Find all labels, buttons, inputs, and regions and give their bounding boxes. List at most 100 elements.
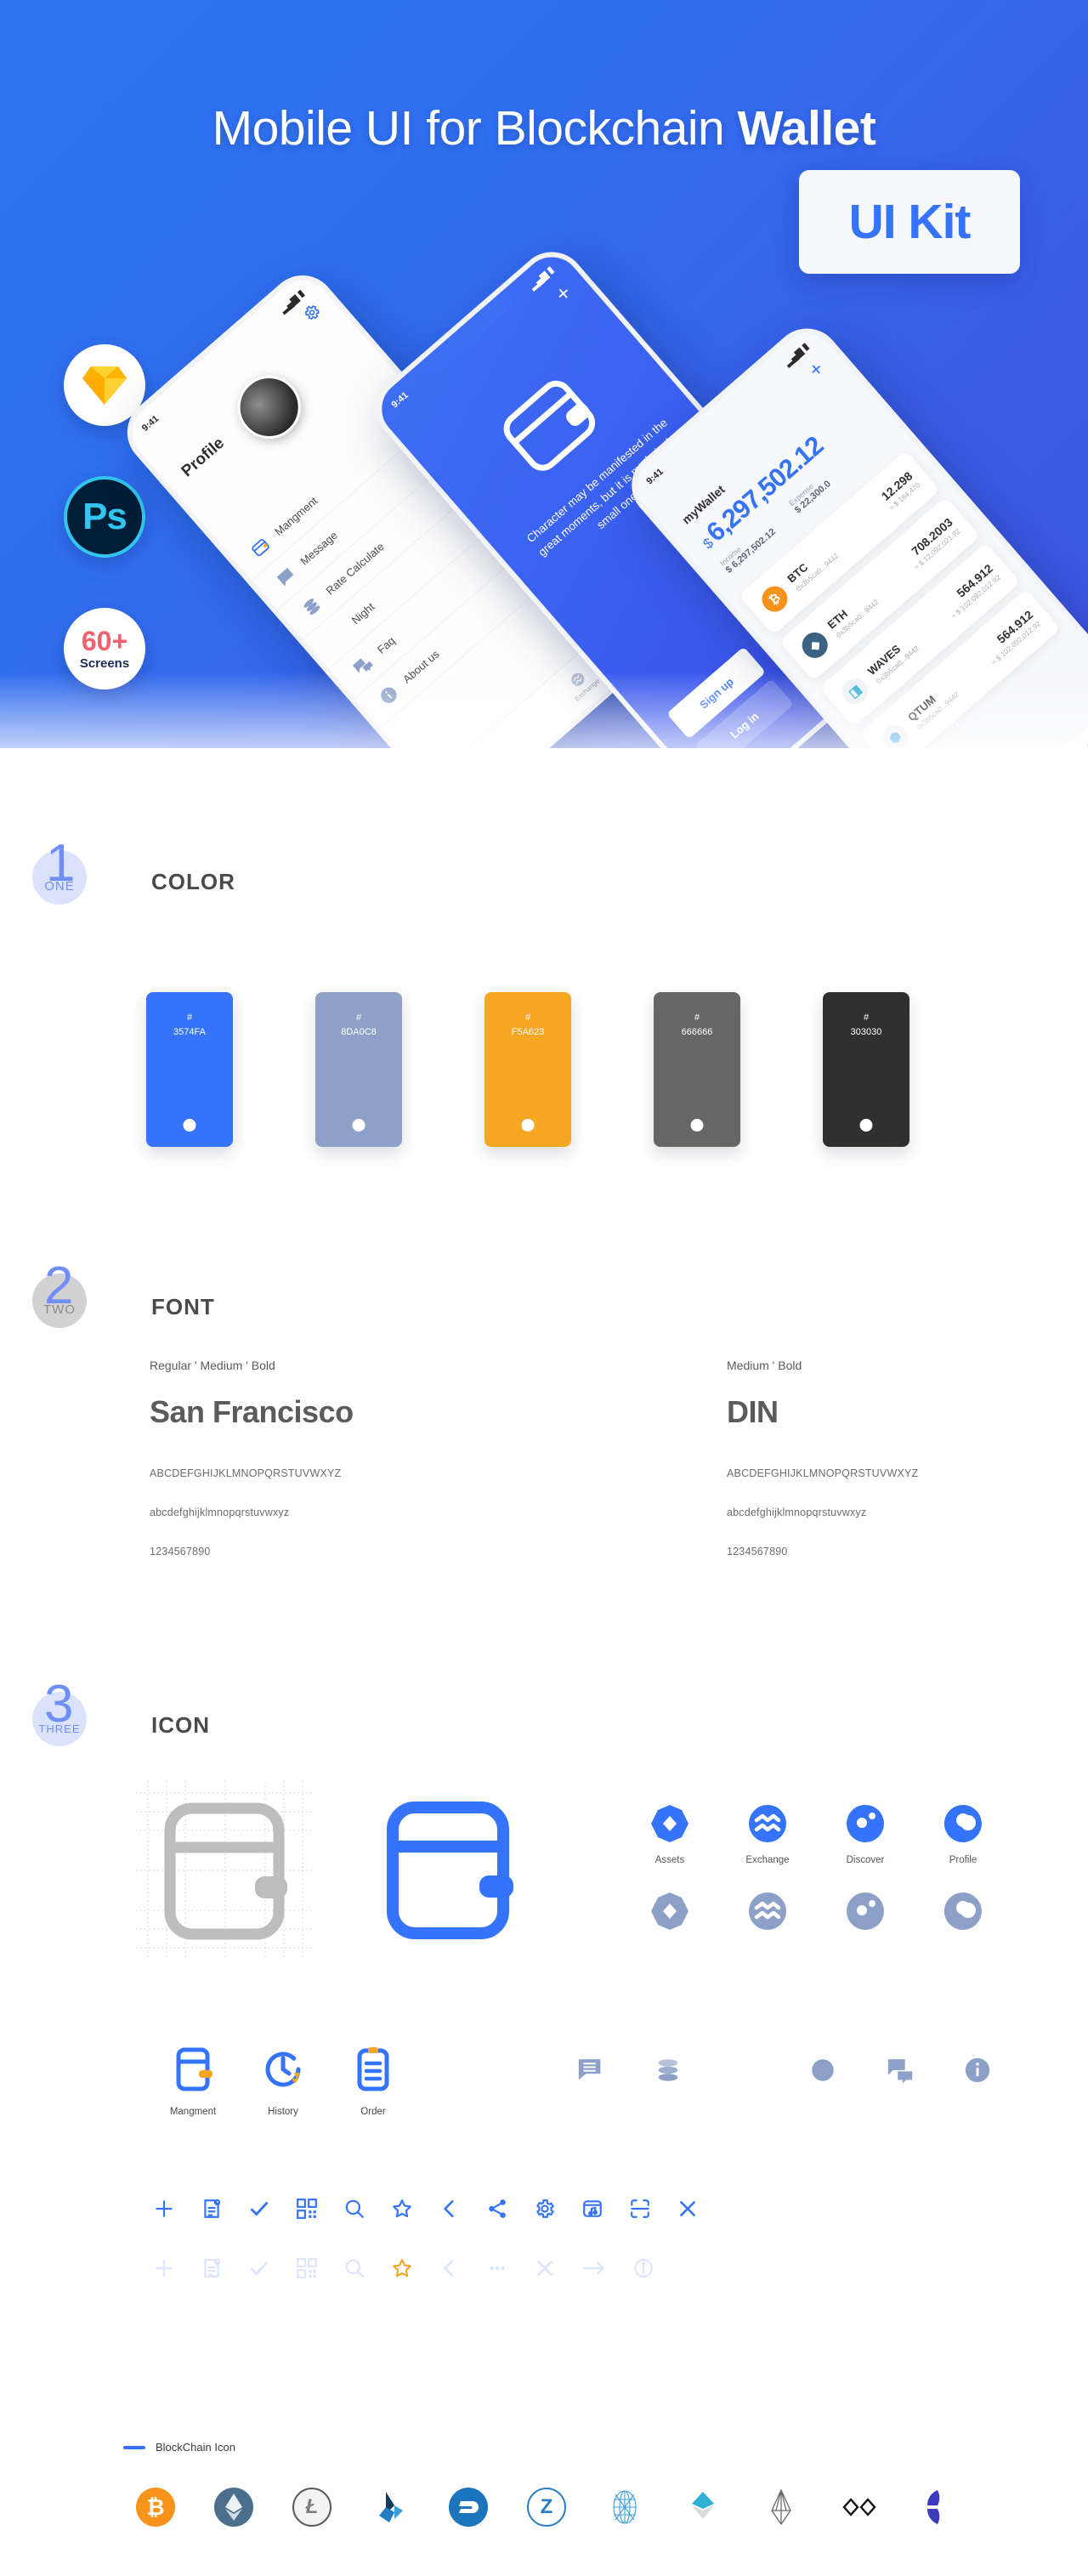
discover-dots-icon [847, 1892, 884, 1930]
star-icon[interactable] [391, 2198, 413, 2224]
chevron-left-icon [439, 2257, 461, 2284]
assets-octagon-icon [651, 1892, 688, 1930]
font-weights-din: Medium ' Bold [727, 1359, 802, 1372]
icon-tab-assets-muted [627, 1892, 712, 1935]
icon-tab-label: Profile [949, 1855, 978, 1865]
star-icon[interactable] [391, 2257, 413, 2284]
share-icon[interactable] [486, 2198, 508, 2224]
gear-icon[interactable] [534, 2198, 556, 2224]
icon-label: History [268, 2107, 298, 2117]
wallet-icon-primary [376, 1794, 537, 1951]
plus-icon[interactable]: + [804, 357, 829, 383]
wanchain-icon[interactable] [840, 2488, 879, 2527]
dash-icon[interactable] [449, 2488, 488, 2527]
tab-exchange[interactable]: Exchange [1077, 729, 1088, 748]
notch [420, 288, 518, 377]
bitcoin-icon: ₿ [756, 581, 793, 617]
ethereum-icon[interactable] [214, 2488, 253, 2527]
color-hash: # [694, 1013, 700, 1023]
color-swatch[interactable]: # 666666 [654, 992, 740, 1147]
status-time: 9:41 [644, 466, 666, 487]
photoshop-badge: Ps [64, 476, 145, 558]
discover-dots-icon [847, 1805, 884, 1842]
color-swatch[interactable]: # 303030 [823, 992, 910, 1147]
avatar [224, 362, 314, 452]
color-swatch-dot [352, 1119, 366, 1132]
chevron-left-icon[interactable] [439, 2198, 461, 2224]
plus-icon[interactable] [153, 2198, 175, 2224]
message-icon [273, 564, 299, 590]
icon-history[interactable]: History [236, 2045, 330, 2117]
section-title-font: FONT [151, 1294, 215, 1319]
circle-icon[interactable] [808, 2056, 837, 2089]
mangment-wallet-icon [176, 2047, 212, 2091]
color-hash: # [863, 1013, 870, 1023]
screens-count: 60+ [81, 625, 128, 656]
status-time: 9:41 [139, 413, 162, 434]
screens-badge: 60+ Screens [64, 608, 145, 689]
wallet-icon-grid-guide [136, 1781, 314, 1964]
screens-label: Screens [79, 655, 130, 671]
nem-icon[interactable] [918, 2488, 957, 2527]
coins-stack-icon[interactable] [654, 2056, 683, 2089]
page-title: Mobile UI for Blockchain Wallet [0, 100, 1088, 156]
kyber-icon[interactable] [683, 2488, 722, 2527]
icon-tab-profile[interactable]: Profile [921, 1804, 1006, 1865]
color-swatch[interactable]: # F5A623 [484, 992, 571, 1147]
color-swatch-dot [183, 1119, 196, 1132]
eos-icon[interactable] [762, 2488, 801, 2527]
moon-icon[interactable] [731, 2056, 760, 2089]
icon-tab-discover-muted [823, 1892, 908, 1935]
faq-chat-icon[interactable] [886, 2056, 915, 2089]
icon-tab-assets[interactable]: Assets [627, 1804, 712, 1865]
coins-icon [298, 593, 325, 620]
icon-order[interactable]: Order [326, 2045, 420, 2117]
color-swatch-text: # F5A623 [484, 1011, 571, 1040]
gear-icon[interactable] [300, 301, 326, 328]
document-settings-icon[interactable] [201, 2198, 223, 2224]
page-title-bold: Wallet [737, 101, 876, 156]
search-icon [343, 2257, 366, 2284]
sidebar-item-label: Faq [374, 633, 398, 656]
color-hash: # [524, 1013, 531, 1023]
scan-icon[interactable] [629, 2198, 651, 2224]
search-icon[interactable] [343, 2198, 366, 2224]
card-music-icon[interactable] [581, 2198, 604, 2224]
zcash-icon[interactable]: Z [527, 2488, 566, 2527]
qr-code-icon[interactable] [296, 2198, 318, 2224]
nano-icon[interactable] [371, 2488, 410, 2527]
color-swatch[interactable]: # 8DA0C8 [315, 992, 402, 1147]
color-swatch-text: # 303030 [823, 1011, 910, 1040]
bitcoin-icon[interactable]: ₿ [136, 2488, 175, 2527]
font-name-sf: San Francisco [150, 1394, 354, 1429]
info-icon[interactable] [963, 2056, 992, 2089]
history-clock-icon [265, 2051, 301, 2087]
plus-icon[interactable]: + [550, 280, 577, 308]
qtum-icon: ⬢ [876, 719, 914, 748]
icon-tab-exchange[interactable]: Exchange [725, 1804, 810, 1865]
color-swatch-dot [521, 1119, 535, 1132]
section-number-one: 1 [46, 834, 76, 893]
font-name-din: DIN [727, 1394, 779, 1429]
icon-mangment[interactable]: Mangment [146, 2045, 240, 2117]
profile-person-icon [944, 1892, 982, 1930]
color-hex: 303030 [850, 1027, 882, 1038]
wallet-big-icon [490, 367, 611, 487]
close-icon[interactable] [677, 2198, 699, 2224]
mesh-icon[interactable] [605, 2488, 644, 2527]
color-swatch[interactable]: # 3574FA [146, 992, 233, 1147]
tab-assets[interactable]: Assets [473, 747, 505, 748]
litecoin-icon[interactable]: Ł [292, 2488, 332, 2527]
color-hex: 3574FA [173, 1027, 206, 1038]
blockchain-icon-label: BlockChain Icon [156, 2441, 235, 2454]
check-icon[interactable] [248, 2198, 270, 2224]
exchange-waves-icon [749, 1805, 786, 1842]
color-swatch-dot [859, 1119, 873, 1132]
font-numerals-sf: 1234567890 [150, 1546, 211, 1558]
color-swatch-text: # 3574FA [146, 1011, 233, 1040]
icon-tab-label: Exchange [745, 1855, 790, 1865]
icon-label: Mangment [169, 2107, 217, 2117]
font-uppercase-sf: ABCDEFGHIJKLMNOPQRSTUVWXYZ [150, 1467, 342, 1479]
icon-tab-discover[interactable]: Discover [823, 1804, 908, 1865]
message-icon[interactable] [576, 2056, 605, 2089]
